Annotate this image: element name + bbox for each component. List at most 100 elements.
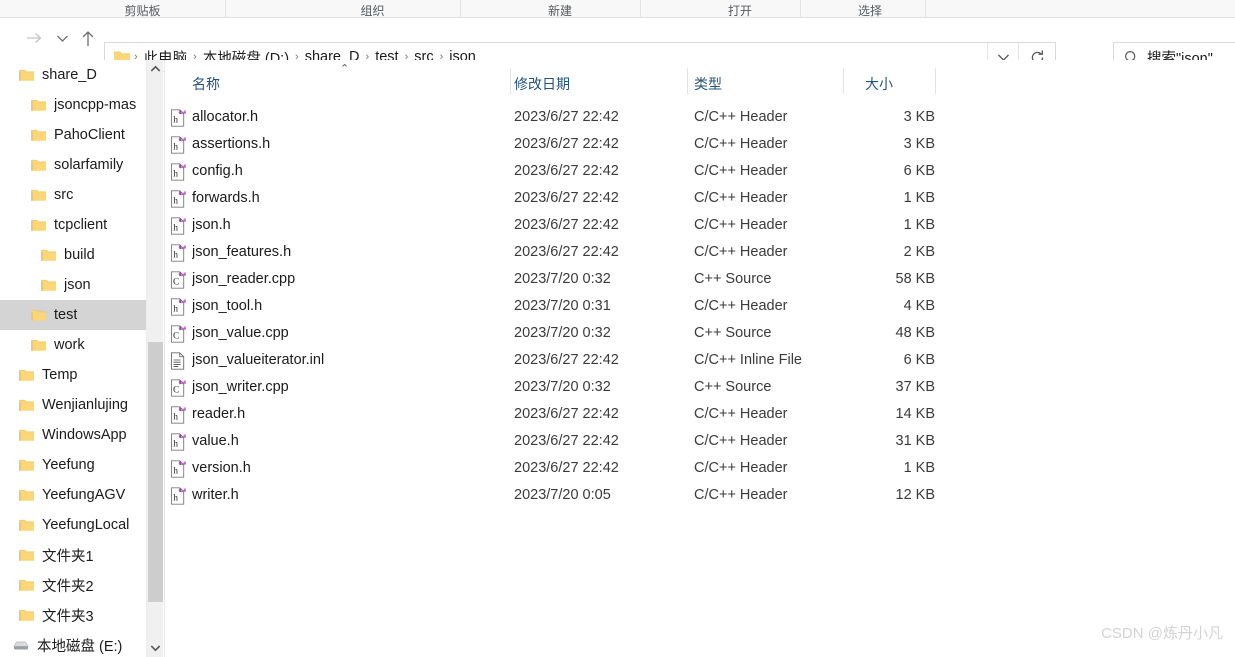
sidebar-item-PahoClient[interactable]: PahoClient (0, 120, 146, 150)
folder-icon (18, 458, 35, 473)
cell-name: version.h (192, 460, 251, 476)
column-header-2[interactable]: 类型 (694, 74, 722, 94)
svg-text:h: h (173, 494, 178, 504)
sidebar-item-Wenjianlujing[interactable]: Wenjianlujing (0, 390, 146, 420)
sidebar-item-YeefungAGV[interactable]: YeefungAGV (0, 480, 146, 510)
cell-size: 1 KB (903, 217, 935, 233)
cell-date: 2023/6/27 22:42 (514, 136, 619, 152)
table-row[interactable]: C ++ json_value.cpp 2023/7/20 0:32 C++ Sourc… (165, 320, 1235, 347)
table-row[interactable]: h ++ assertions.h 2023/6/27 22:42 C/C++ Head… (165, 131, 1235, 158)
cell-type: C/C++ Header (694, 298, 788, 314)
folder-icon (40, 278, 57, 293)
svg-text:++: ++ (178, 298, 186, 306)
cell-type: C/C++ Header (694, 406, 788, 422)
folder-icon (18, 518, 35, 533)
sidebar-item-tcpclient[interactable]: tcpclient (0, 210, 146, 240)
ribbon-bar: 剪贴板 组织 新建 打开 选择 (0, 0, 1235, 18)
sidebar-item-Yeefung[interactable]: Yeefung (0, 450, 146, 480)
ribbon-group-3[interactable]: 打开 (680, 0, 800, 18)
svg-text:++: ++ (178, 406, 186, 414)
column-divider[interactable] (935, 68, 936, 94)
file-list: h ++ allocator.h 2023/6/27 22:42 C/C++ Heade… (165, 104, 1235, 509)
cell-type: C++ Source (694, 271, 772, 287)
watermark: CSDN @炼丹小凡 (1101, 625, 1223, 642)
cell-date: 2023/6/27 22:42 (514, 217, 619, 233)
ribbon-group-0[interactable]: 剪贴板 (60, 0, 225, 18)
sidebar-item-test[interactable]: test (0, 300, 146, 330)
column-header-1[interactable]: 修改日期 (514, 74, 570, 94)
table-row[interactable]: C ++ json_reader.cpp 2023/7/20 0:32 C++ Sour… (165, 266, 1235, 293)
cell-size: 31 KB (895, 433, 936, 449)
table-row[interactable]: h ++ allocator.h 2023/6/27 22:42 C/C++ Heade… (165, 104, 1235, 131)
cell-date: 2023/6/27 22:42 (514, 406, 619, 422)
ribbon-separator (640, 0, 641, 18)
sidebar-item-solarfamily[interactable]: solarfamily (0, 150, 146, 180)
cell-size: 58 KB (895, 271, 936, 287)
table-row[interactable]: h ++ config.h 2023/6/27 22:42 C/C++ Header 6 … (165, 158, 1235, 185)
cell-name: json_valueiterator.inl (192, 352, 325, 368)
sidebar-item-label: 文件夹1 (42, 548, 94, 565)
sidebar-item-build[interactable]: build (0, 240, 146, 270)
table-row[interactable]: h ++ json_features.h 2023/6/27 22:42 C/C++ H… (165, 239, 1235, 266)
table-row[interactable]: h ++ json.h 2023/6/27 22:42 C/C++ Header 1 KB (165, 212, 1235, 239)
cell-date: 2023/6/27 22:42 (514, 433, 619, 449)
cell-date: 2023/6/27 22:42 (514, 109, 619, 125)
up-button[interactable] (74, 24, 102, 52)
cell-size: 12 KB (895, 487, 936, 503)
table-row[interactable]: h ++ value.h 2023/6/27 22:42 C/C++ Header 31 … (165, 428, 1235, 455)
column-header-0[interactable]: 名称 (192, 74, 220, 94)
cpp-source-icon: C ++ (170, 378, 188, 397)
svg-text:h: h (173, 467, 178, 477)
scrollbar-thumb[interactable] (148, 342, 163, 602)
sidebar-item-Temp[interactable]: Temp (0, 360, 146, 390)
sidebar-item-src[interactable]: src (0, 180, 146, 210)
header-file-icon: h ++ (170, 297, 188, 316)
cell-name: reader.h (192, 406, 246, 422)
cell-date: 2023/7/20 0:32 (514, 379, 611, 395)
table-row[interactable]: h ++ writer.h 2023/7/20 0:05 C/C++ Header 12 … (165, 482, 1235, 509)
cell-date: 2023/7/20 0:32 (514, 325, 611, 341)
column-divider[interactable] (843, 68, 844, 94)
table-row[interactable]: h ++ json_tool.h 2023/7/20 0:31 C/C++ Header… (165, 293, 1235, 320)
ribbon-group-2[interactable]: 新建 (480, 0, 640, 18)
column-header-3[interactable]: 大小 (865, 74, 893, 94)
table-row[interactable]: h ++ forwards.h 2023/6/27 22:42 C/C++ Header… (165, 185, 1235, 212)
column-divider[interactable] (687, 68, 688, 94)
scroll-up-button[interactable] (147, 60, 163, 78)
table-row[interactable]: h ++ version.h 2023/6/27 22:42 C/C++ Header 1… (165, 455, 1235, 482)
svg-text:h: h (173, 413, 178, 423)
recent-locations-button[interactable] (48, 24, 76, 52)
sidebar-item-label: json (64, 277, 91, 293)
sidebar-item-文件夹2[interactable]: 文件夹2 (0, 570, 146, 600)
svg-text:h: h (173, 305, 178, 315)
sidebar-item-share_D[interactable]: share_D (0, 60, 146, 90)
column-divider[interactable] (510, 68, 511, 94)
sidebar-item-jsoncpp-mas[interactable]: jsoncpp-mas (0, 90, 146, 120)
sidebar-item-YeefungLocal[interactable]: YeefungLocal (0, 510, 146, 540)
sidebar-item-label: tcpclient (54, 217, 108, 233)
table-row[interactable]: json_valueiterator.inl 2023/6/27 22:42 C/C… (165, 347, 1235, 374)
sidebar-item-label: solarfamily (54, 157, 124, 173)
sidebar-item-json[interactable]: json (0, 270, 146, 300)
folder-icon (18, 548, 35, 563)
cell-type: C/C++ Header (694, 163, 788, 179)
ribbon-group-4[interactable]: 选择 (815, 0, 925, 18)
sidebar-item-文件夹1[interactable]: 文件夹1 (0, 540, 146, 570)
cell-date: 2023/6/27 22:42 (514, 190, 619, 206)
svg-text:++: ++ (178, 460, 186, 468)
sidebar-item-work[interactable]: work (0, 330, 146, 360)
sidebar-item-label: 文件夹3 (42, 608, 94, 625)
table-row[interactable]: h ++ reader.h 2023/6/27 22:42 C/C++ Header 14… (165, 401, 1235, 428)
scroll-down-button[interactable] (147, 639, 163, 657)
ribbon-group-list: 剪贴板 组织 新建 打开 选择 (0, 0, 1235, 18)
ribbon-group-1[interactable]: 组织 (285, 0, 460, 18)
sort-ascending-indicator: ⌃ (340, 63, 350, 75)
forward-button[interactable] (20, 24, 48, 52)
sidebar-item-本地磁盘 (E:)[interactable]: 本地磁盘 (E:) (0, 630, 146, 657)
navigation-pane-scrollbar[interactable] (146, 60, 163, 657)
sidebar-item-文件夹3[interactable]: 文件夹3 (0, 600, 146, 630)
sidebar-item-WindowsApp[interactable]: WindowsApp (0, 420, 146, 450)
sidebar-item-label: work (54, 337, 85, 353)
cell-size: 2 KB (903, 244, 935, 260)
table-row[interactable]: C ++ json_writer.cpp 2023/7/20 0:32 C++ Sour… (165, 374, 1235, 401)
